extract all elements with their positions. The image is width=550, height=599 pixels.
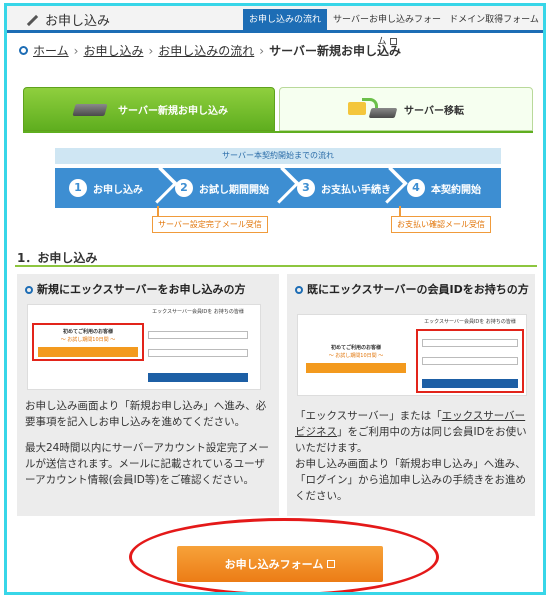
breadcrumb-home[interactable]: ホーム [33, 42, 69, 59]
server-icon [70, 99, 110, 119]
tab-new-server[interactable]: サーバー新規お申し込み [23, 87, 275, 131]
apply-form-button[interactable]: お申し込みフォーム [177, 546, 383, 582]
step-number: 1 [69, 179, 87, 197]
external-link-icon [327, 560, 336, 568]
breadcrumb-apply[interactable]: お申し込み [83, 42, 143, 59]
nav-title: お申し込み [25, 10, 110, 29]
tab-new-server-label: サーバー新規お申し込み [118, 105, 228, 117]
breadcrumb-flow[interactable]: お申し込みの流れ [158, 42, 254, 59]
panel-body: お申し込み画面より「新規お申し込み」へ進み、必要事項を記入しお申し込みを進めてく… [25, 398, 273, 498]
highlight-box [416, 329, 524, 393]
shot-new-button [306, 363, 406, 373]
tab-flow[interactable]: お申し込みの流れ [243, 9, 327, 31]
panel-paragraph: お申し込み画面より「新規お申し込み」へ進み、「ログイン」から追加申し込みの手続き… [295, 458, 526, 502]
shot-heading: エックスサーバー会員IDを お持ちの皆様 [152, 309, 244, 315]
flow-step-1: 1 お申し込み [69, 168, 143, 208]
flow-step-4: 4 本契約開始 [407, 168, 481, 208]
step-number: 2 [175, 179, 193, 197]
panel-paragraph: お申し込み画面より「新規お申し込み」へ進み、必要事項を記入しお申し込みを進めてく… [25, 400, 267, 428]
tab-underline [23, 131, 533, 133]
step-label: お試し期間開始 [199, 184, 269, 196]
shot-id-field [148, 331, 248, 339]
tab-flow-label: お申し込みの流れ [248, 15, 321, 25]
tab-domain-form[interactable]: ドメイン取得フォーム [449, 9, 539, 31]
breadcrumb-circle-icon [19, 46, 28, 55]
apply-form-button-label: お申し込みフォーム [224, 558, 324, 571]
note-connector [157, 206, 159, 216]
tab-server-form[interactable]: サーバーお申し込みフォーム [331, 9, 443, 47]
step-number: 3 [297, 179, 315, 197]
step-number: 4 [407, 179, 425, 197]
transfer-icon [348, 98, 398, 120]
shot-login-button [148, 373, 248, 382]
panel-text-segment: 「エックスサーバー」または「 [295, 410, 442, 422]
shot-new-sub: 〜 お試し期間10日間 〜 [328, 353, 384, 359]
panel-new-customer: 新規にエックスサーバーをお申し込みの方 エックスサーバー会員IDを お持ちの皆様… [17, 274, 279, 516]
chevron-right-icon: › [148, 43, 154, 58]
top-nav: お申し込み お申し込みの流れ サーバーお申し込みフォーム ドメイン取得フォーム [7, 6, 543, 47]
tab-server-transfer[interactable]: サーバー移転 [279, 87, 533, 131]
circle-bullet-icon [25, 286, 33, 294]
panel-paragraph: 最大24時間以内にサーバーアカウント設定完了メールが送信されます。メールに記載さ… [25, 442, 269, 486]
nav-title-label: お申し込み [45, 14, 111, 29]
pencil-icon [25, 13, 39, 27]
breadcrumb-current: サーバー新規お申し込み [269, 44, 401, 58]
chevron-right-icon [151, 168, 165, 208]
flow-steps: 1 お申し込み 2 お試し期間開始 3 お支払い手続き 4 本契約開始 [55, 168, 501, 208]
tab-domain-form-label: ドメイン取得フォーム [449, 15, 539, 25]
note-setup-mail: サーバー設定完了メール受信 [152, 216, 268, 233]
breadcrumb: ホーム › お申し込み › お申し込みの流れ › サーバー新規お申し込み [19, 42, 401, 59]
shot-new-heading: 初めてご利用のお客様 [330, 345, 381, 351]
panel-title: 既にエックスサーバーの会員IDをお持ちの方 [295, 282, 529, 297]
note-payment-mail: お支払い確認メール受信 [391, 216, 491, 233]
chevron-right-icon: › [73, 43, 79, 58]
panel-title-text: 既にエックスサーバーの会員IDをお持ちの方 [307, 283, 529, 296]
chevron-right-icon: › [259, 43, 265, 58]
chevron-right-icon [273, 168, 287, 208]
panel-body: 「エックスサーバー」または「エックスサーバービジネス」をご利用中の方は同じ会員I… [295, 408, 531, 514]
form-screenshot: エックスサーバー会員IDを お持ちの皆様 初めてご利用のお客様 〜 お試し期間1… [297, 314, 527, 396]
tab-server-transfer-label: サーバー移転 [404, 105, 464, 117]
step-label: お申し込み [93, 184, 143, 196]
flow-heading: サーバー本契約開始までの流れ [55, 148, 501, 164]
shot-heading: エックスサーバー会員IDを お持ちの皆様 [424, 319, 516, 325]
panel-paragraph: 「エックスサーバー」または「エックスサーバービジネス」をご利用中の方は同じ会員I… [295, 408, 531, 456]
shot-password-field [148, 349, 248, 357]
note-connector [399, 206, 401, 216]
highlight-box [32, 323, 144, 361]
chevron-right-icon [381, 168, 395, 208]
panel-title-text: 新規にエックスサーバーをお申し込みの方 [37, 283, 246, 296]
page-frame: お申し込み お申し込みの流れ サーバーお申し込みフォーム ドメイン取得フォーム … [4, 3, 546, 595]
section-title: 1．お申し込み [17, 251, 98, 265]
step-label: 本契約開始 [431, 184, 481, 196]
circle-bullet-icon [295, 286, 303, 294]
panel-existing-customer: 既にエックスサーバーの会員IDをお持ちの方 エックスサーバー会員IDを お持ちの… [287, 274, 535, 516]
flow-step-2: 2 お試し期間開始 [175, 168, 269, 208]
panel-title: 新規にエックスサーバーをお申し込みの方 [25, 282, 246, 297]
section-divider [15, 265, 537, 267]
form-screenshot: エックスサーバー会員IDを お持ちの皆様 初めてご利用のお客様 〜 お試し期間1… [27, 304, 261, 390]
